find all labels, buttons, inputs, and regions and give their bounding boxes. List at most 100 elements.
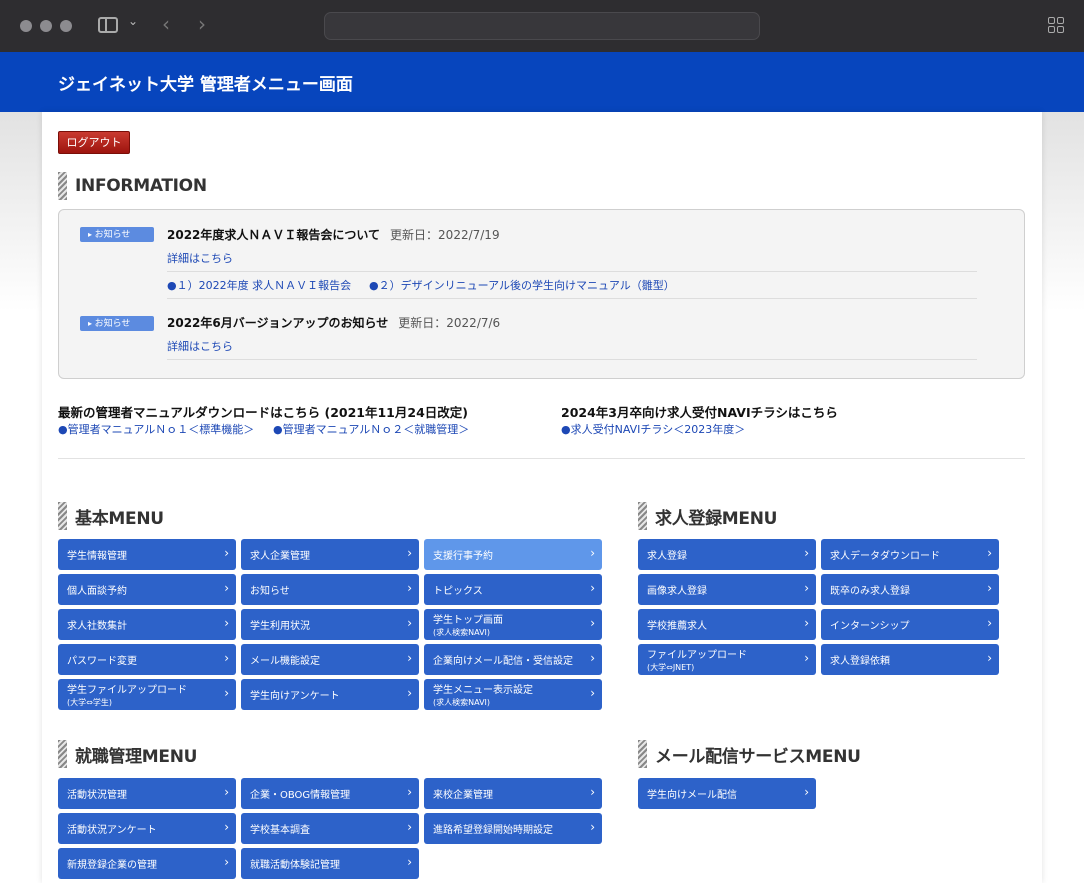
chevron-right-icon: › [590,581,595,595]
chevron-right-icon: › [224,820,229,834]
flyer-download-title: 2024年3月卒向け求人受付NAVIチラシはこちら [561,405,838,420]
chevron-right-icon: › [407,651,412,665]
tab-overview-icon[interactable] [1048,17,1064,33]
menu-button-label: 来校企業管理 [433,790,493,801]
kihon-menu-button[interactable]: 支援行事予約 › [424,539,602,570]
chevron-right-icon: › [590,616,595,630]
kyujin-menu-heading: 求人登録MENU [638,502,777,530]
back-icon[interactable]: ‹ [162,12,170,36]
menu-button-label: 就職活動体験記管理 [250,860,340,871]
logout-button[interactable]: ログアウト [58,131,130,154]
menu-button-label: 求人企業管理 [250,551,310,562]
notice-attachment-link[interactable]: ●２）デザインリニューアル後の学生向けマニュアル（雛型） [369,277,675,293]
flyer-link[interactable]: ●求人受付NAVIチラシ＜2023年度＞ [561,421,745,437]
kyujin-menu-button[interactable]: 画像求人登録 › [638,574,816,605]
forward-icon[interactable]: › [198,12,206,36]
chevron-down-icon[interactable]: ⌄ [128,14,138,28]
menu-button-label: 求人データダウンロード [830,551,940,562]
shushoku-menu-button[interactable]: 就職活動体験記管理 › [241,848,419,879]
page-title: ジェイネット大学 管理者メニュー画面 [58,75,353,95]
divider [167,298,977,299]
kihon-menu-button[interactable]: お知らせ › [241,574,419,605]
kihon-menu-button[interactable]: 企業向けメール配信・受信設定 › [424,644,602,675]
kyujin-menu-button[interactable]: ファイルアップロード (大学⇔JNET) › [638,644,816,675]
shushoku-menu-button[interactable]: 新規登録企業の管理 › [58,848,236,879]
kihon-menu-button[interactable]: 学生ファイルアップロード (大学⇔学生) › [58,679,236,710]
heading-bar-icon [638,740,647,768]
kyujin-menu-button[interactable]: 求人登録 › [638,539,816,570]
chevron-right-icon: › [987,581,992,595]
chevron-right-icon: › [804,546,809,560]
divider [167,271,977,272]
chevron-right-icon: › [407,686,412,700]
kihon-menu-button[interactable]: 学生メニュー表示設定 (求人検索NAVI) › [424,679,602,710]
information-box: お知らせ 2022年度求人ＮＡＶＩ報告会について更新日：2022/7/19 詳細… [58,209,1025,379]
site-header: ジェイネット大学 管理者メニュー画面 [0,52,1084,112]
kyujin-menu-button[interactable]: 求人データダウンロード › [821,539,999,570]
menu-button-sublabel: (大学⇔学生) [67,698,112,707]
chevron-right-icon: › [590,820,595,834]
heading-bar-icon [58,502,67,530]
menu-button-sublabel: (求人検索NAVI) [433,628,491,637]
kyujin-menu-button[interactable]: 求人登録依頼 › [821,644,999,675]
kihon-menu-button[interactable]: 求人社数集計 › [58,609,236,640]
manual-download-title: 最新の管理者マニュアルダウンロードはこちら (2021年11月24日改定) [58,405,468,420]
browser-toolbar: ⌄ ‹ › [0,0,1084,52]
menu-button-label: 学生メニュー表示設定 [433,685,533,696]
menu-button-label: 学生ファイルアップロード [67,685,187,696]
chevron-right-icon: › [224,651,229,665]
kihon-menu-button[interactable]: 学生利用状況 › [241,609,419,640]
sidebar-toggle-icon[interactable] [98,17,118,33]
chevron-right-icon: › [987,651,992,665]
chevron-right-icon: › [224,616,229,630]
menu-button-label: 学生向けメール配信 [647,790,737,801]
menu-button-sublabel: (大学⇔JNET) [647,663,695,672]
window-minimize-dot[interactable] [40,20,52,32]
kihon-menu-button[interactable]: トピックス › [424,574,602,605]
menu-button-label: 学生情報管理 [67,551,127,562]
mail-menu-button[interactable]: 学生向けメール配信 › [638,778,816,809]
mail-menu-heading: メール配信サービスMENU [638,740,861,768]
shushoku-menu-button[interactable]: 活動状況管理 › [58,778,236,809]
notice-attachment-link[interactable]: ●１）2022年度 求人ＮＡＶＩ報告会 [167,277,351,293]
chevron-right-icon: › [590,651,595,665]
menu-button-label: メール機能設定 [250,656,320,667]
shushoku-menu-button[interactable]: 進路希望登録開始時期設定 › [424,813,602,844]
menu-button-label: ファイルアップロード [647,650,747,661]
kyujin-menu-button[interactable]: 既卒のみ求人登録 › [821,574,999,605]
window-zoom-dot[interactable] [60,20,72,32]
menu-button-label: 画像求人登録 [647,586,707,597]
chevron-right-icon: › [987,546,992,560]
menu-button-label: 活動状況管理 [67,790,127,801]
kihon-menu-button[interactable]: 求人企業管理 › [241,539,419,570]
chevron-right-icon: › [590,546,595,560]
kihon-menu-button[interactable]: 個人面談予約 › [58,574,236,605]
notice-detail-link[interactable]: 詳細はこちら [167,250,233,266]
kihon-menu-button[interactable]: パスワード変更 › [58,644,236,675]
kihon-menu-button[interactable]: 学生トップ画面 (求人検索NAVI) › [424,609,602,640]
kihon-menu-button[interactable]: 学生情報管理 › [58,539,236,570]
window-close-dot[interactable] [20,20,32,32]
notice-detail-link[interactable]: 詳細はこちら [167,338,233,354]
kihon-menu-button[interactable]: メール機能設定 › [241,644,419,675]
shushoku-menu-button[interactable]: 企業・OBOG情報管理 › [241,778,419,809]
shushoku-menu-button[interactable]: 活動状況アンケート › [58,813,236,844]
kyujin-menu-button[interactable]: インターンシップ › [821,609,999,640]
shushoku-menu-button[interactable]: 学校基本調査 › [241,813,419,844]
address-bar[interactable] [324,12,760,40]
chevron-right-icon: › [590,686,595,700]
menu-button-label: 学校推薦求人 [647,621,707,632]
notice-title: 2022年6月バージョンアップのお知らせ 更新日：2022/7/6 [167,316,501,330]
menu-button-sublabel: (求人検索NAVI) [433,698,491,707]
kihon-menu-button[interactable]: 学生向けアンケート › [241,679,419,710]
menu-button-label: 学校基本調査 [250,825,310,836]
menu-button-label: 個人面談予約 [67,586,127,597]
notice-date: 更新日：2022/7/6 [398,316,501,330]
manual-link[interactable]: ●管理者マニュアルＮｏ２＜就職管理＞ [273,421,469,437]
shushoku-menu-button[interactable]: 来校企業管理 › [424,778,602,809]
menu-button-label: 企業・OBOG情報管理 [250,790,351,801]
manual-link[interactable]: ●管理者マニュアルＮｏ１＜標準機能＞ [58,421,254,437]
kyujin-menu-button[interactable]: 学校推薦求人 › [638,609,816,640]
chevron-right-icon: › [224,785,229,799]
menu-button-label: 企業向けメール配信・受信設定 [433,656,573,667]
